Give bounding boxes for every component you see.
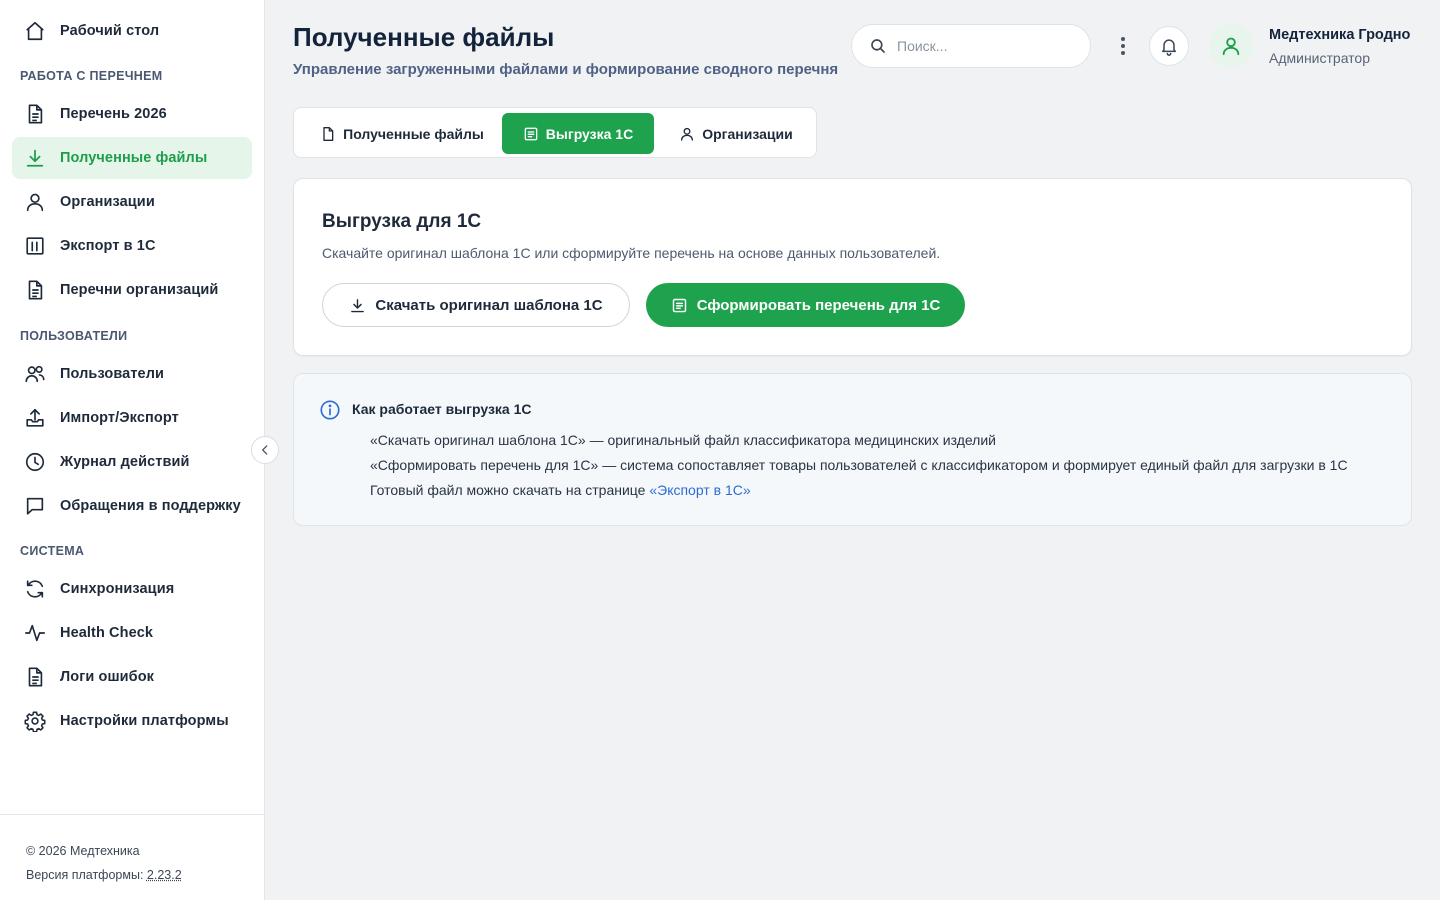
tab-label: Выгрузка 1С	[545, 125, 634, 142]
sidebar-item-label: Пользователи	[60, 366, 165, 382]
sidebar-item-error-logs[interactable]: Логи ошибок	[12, 656, 252, 698]
platform-version: Версия платформы: 2.23.2	[26, 868, 182, 882]
sidebar-item-label: Перечень 2026	[60, 106, 167, 122]
sidebar-item-label: Экспорт в 1С	[60, 238, 156, 254]
notifications-button[interactable]	[1149, 26, 1189, 66]
search-box[interactable]	[851, 24, 1091, 68]
version-label: Версия платформы:	[26, 868, 144, 882]
section-heading-users: ПОЛЬЗОВАТЕЛИ	[20, 329, 128, 343]
sidebar-item-health-check[interactable]: Health Check	[12, 612, 252, 654]
sidebar-item-activity-log[interactable]: Журнал действий	[12, 441, 252, 483]
gear-icon	[24, 710, 46, 732]
document-icon	[24, 279, 46, 301]
sidebar-item-list-2026[interactable]: Перечень 2026	[12, 93, 252, 135]
info-card: Как работает выгрузка 1С «Скачать оригин…	[293, 373, 1412, 526]
sidebar-item-label: Рабочий стол	[60, 23, 160, 39]
tab-organizations[interactable]: Организации	[666, 113, 806, 154]
upload-tray-icon	[24, 407, 46, 429]
sidebar-item-export-1c[interactable]: Экспорт в 1С	[12, 225, 252, 267]
tab-label: Организации	[702, 125, 793, 142]
sidebar-item-label: Перечни организаций	[60, 282, 219, 298]
more-dots-icon	[1121, 37, 1125, 41]
sidebar-item-platform-settings[interactable]: Настройки платформы	[12, 700, 252, 742]
user-role: Администратор	[1269, 50, 1371, 66]
tab-bar: Полученные файлы Выгрузка 1С Организации	[293, 107, 817, 158]
button-label: Сформировать перечень для 1С	[696, 296, 941, 314]
section-heading-list: РАБОТА С ПЕРЕЧНЕМ	[20, 69, 163, 83]
export-card: Выгрузка для 1С Скачайте оригинал шаблон…	[293, 178, 1412, 356]
clock-icon	[24, 451, 46, 473]
info-card-title: Как работает выгрузка 1С	[352, 401, 532, 417]
sidebar-item-received-files[interactable]: Полученные файлы	[12, 137, 252, 179]
list-doc-icon	[524, 127, 538, 140]
tab-export-1c[interactable]: Выгрузка 1С	[502, 113, 654, 154]
sidebar-item-import-export[interactable]: Импорт/Экспорт	[12, 397, 252, 439]
version-number: 2.23.2	[146, 868, 182, 882]
user-icon	[1222, 37, 1240, 56]
export-1c-link[interactable]: «Экспорт в 1С»	[649, 482, 750, 498]
page-title: Полученные файлы	[293, 22, 555, 52]
generate-list-button[interactable]: Сформировать перечень для 1С	[646, 283, 965, 327]
chat-bubble-icon	[24, 495, 46, 517]
sidebar-item-label: Синхронизация	[60, 581, 175, 597]
sidebar-item-label: Обращения в поддержку	[60, 498, 241, 514]
sidebar-item-label: Организации	[60, 194, 155, 210]
sidebar-item-organizations[interactable]: Организации	[12, 181, 252, 223]
user-icon	[24, 191, 46, 213]
sidebar-item-label: Импорт/Экспорт	[60, 410, 179, 426]
users-icon	[24, 363, 46, 385]
sidebar-item-users[interactable]: Пользователи	[12, 353, 252, 395]
chart-box-icon	[24, 235, 46, 257]
sidebar-item-label: Health Check	[60, 625, 154, 641]
info-line-text: Готовый файл можно скачать на странице	[370, 482, 650, 498]
sidebar-item-label: Полученные файлы	[60, 150, 208, 166]
collapse-sidebar-button[interactable]	[251, 436, 279, 464]
sidebar-footer: © 2026 Медтехника Версия платформы: 2.23…	[0, 814, 264, 900]
sync-icon	[24, 578, 46, 600]
sidebar-item-dashboard[interactable]: Рабочий стол	[12, 10, 252, 52]
info-icon	[320, 400, 340, 420]
tab-received-files[interactable]: Полученные файлы	[302, 113, 502, 154]
info-line: «Скачать оригинал шаблона 1С» — оригинал…	[370, 432, 996, 448]
export-card-title: Выгрузка для 1С	[322, 211, 482, 232]
download-icon	[351, 298, 365, 312]
sidebar-item-support[interactable]: Обращения в поддержку	[12, 485, 252, 527]
sidebar-item-label: Журнал действий	[60, 454, 190, 470]
document-icon	[24, 103, 46, 125]
info-line: «Сформировать перечень для 1С» — система…	[370, 457, 1348, 473]
home-icon	[24, 20, 46, 42]
list-doc-icon	[672, 298, 686, 312]
document-icon	[24, 666, 46, 688]
section-heading-system: СИСТЕМА	[20, 544, 85, 558]
copyright-text: © 2026 Медтехника	[26, 844, 140, 858]
user-icon	[681, 127, 694, 141]
download-icon	[24, 147, 46, 169]
search-input[interactable]	[897, 38, 1067, 54]
bell-icon	[1162, 39, 1176, 56]
tab-label: Полученные файлы	[343, 125, 484, 142]
search-icon	[871, 39, 885, 53]
file-icon	[323, 126, 334, 141]
sidebar-item-label: Настройки платформы	[60, 713, 229, 729]
sidebar-item-org-lists[interactable]: Перечни организаций	[12, 269, 252, 311]
download-template-button[interactable]: Скачать оригинал шаблона 1С	[322, 283, 630, 327]
chevron-left-icon	[262, 445, 268, 455]
avatar[interactable]	[1209, 24, 1253, 68]
export-card-description: Скачайте оригинал шаблона 1С или сформир…	[322, 245, 941, 261]
sidebar-item-label: Логи ошибок	[60, 669, 155, 685]
page-subtitle: Управление загруженными файлами и формир…	[293, 61, 839, 78]
sidebar: Рабочий стол РАБОТА С ПЕРЕЧНЕМ Перечень …	[0, 0, 265, 900]
more-options-button[interactable]	[1113, 34, 1133, 58]
button-label: Скачать оригинал шаблона 1С	[375, 296, 603, 314]
info-line: Готовый файл можно скачать на странице «…	[370, 482, 751, 498]
user-name: Медтехника Гродно	[1269, 27, 1411, 43]
sidebar-item-sync[interactable]: Синхронизация	[12, 568, 252, 610]
pulse-icon	[24, 622, 46, 644]
